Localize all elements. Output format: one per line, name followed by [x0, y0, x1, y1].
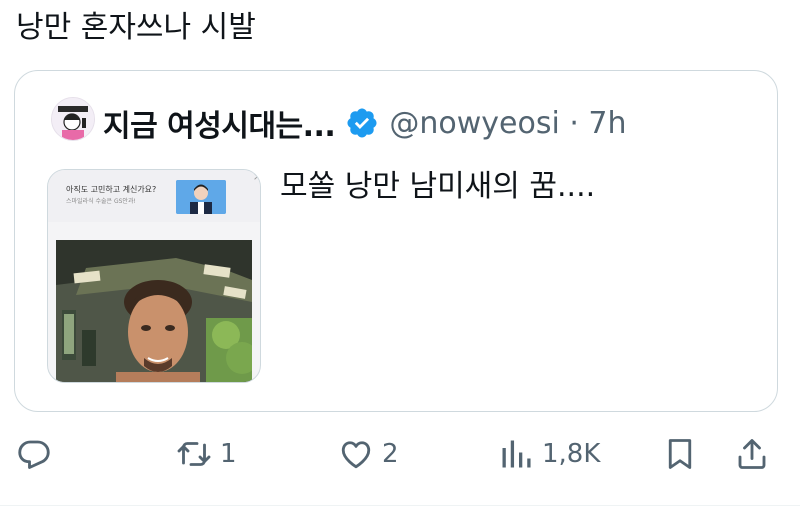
- quoted-handle-time: @nowyeosi · 7h: [389, 105, 627, 141]
- quoted-display-name[interactable]: 지금 여성시대는...: [103, 101, 336, 145]
- share-icon: [738, 439, 766, 469]
- ad-banner: 아직도 고민하고 계신가요? 스마일라식 수술은 GS안과! ×: [48, 170, 260, 222]
- verified-badge-icon: [347, 108, 377, 138]
- bookmark-icon: [668, 439, 692, 469]
- quoted-tweet-text: 모쏠 낭만 남미새의 꿈....: [280, 169, 596, 204]
- ad-headline: 아직도 고민하고 계신가요?: [66, 185, 157, 194]
- ad-close-icon[interactable]: ×: [253, 170, 260, 183]
- ad-subline: 스마일라식 수술은 GS안과!: [66, 198, 136, 205]
- retweet-icon: [177, 442, 211, 466]
- selfie-photo: [56, 240, 252, 382]
- tweet-actions-bar: 1 2 1,8K: [0, 430, 800, 480]
- quoted-tweet-card[interactable]: 지금 여성시대는... @nowyeosi · 7h 아직도 고민하고 계신가요…: [14, 70, 778, 412]
- retweet-count: 1: [220, 439, 237, 469]
- like-button[interactable]: 2: [338, 430, 399, 478]
- reply-button[interactable]: [16, 430, 60, 478]
- tweet-text: 낭만 혼자쓰나 시발: [16, 10, 256, 45]
- quoted-media-thumbnail[interactable]: 아직도 고민하고 계신가요? 스마일라식 수술은 GS안과! ×: [47, 169, 261, 383]
- views-chart-icon: [502, 440, 531, 468]
- retweet-button[interactable]: 1: [176, 430, 237, 478]
- reply-icon: [18, 440, 50, 469]
- views-button[interactable]: 1,8K: [498, 430, 600, 478]
- heart-icon: [341, 441, 371, 469]
- like-count: 2: [382, 439, 399, 469]
- bookmark-button[interactable]: [662, 430, 698, 478]
- bottom-divider: [0, 505, 800, 506]
- views-count: 1,8K: [542, 439, 601, 469]
- quoted-avatar[interactable]: [51, 97, 95, 141]
- ad-portrait-image: [176, 180, 226, 214]
- share-button[interactable]: [734, 430, 770, 478]
